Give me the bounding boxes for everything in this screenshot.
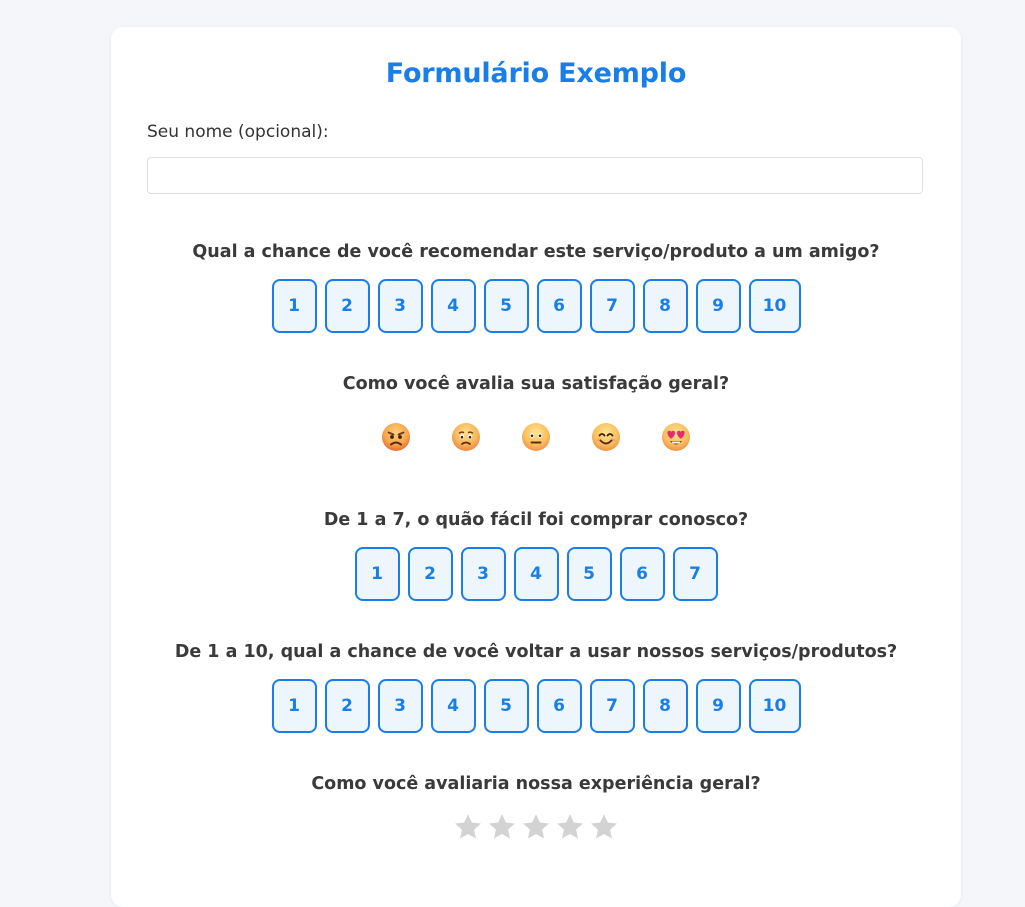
angry-face-icon[interactable] xyxy=(380,421,412,453)
recommend-option-10[interactable]: 10 xyxy=(748,279,801,333)
return-option-2[interactable]: 2 xyxy=(324,679,370,733)
ease-option-3[interactable]: 3 xyxy=(460,547,506,601)
recommend-option-8[interactable]: 8 xyxy=(642,279,688,333)
ease-option-5[interactable]: 5 xyxy=(566,547,612,601)
return-option-4[interactable]: 4 xyxy=(430,679,476,733)
return-option-10[interactable]: 10 xyxy=(748,679,801,733)
neutral-face-icon[interactable] xyxy=(520,421,552,453)
question-recommend-text: Qual a chance de você recomendar este se… xyxy=(192,242,880,262)
heart-eyes-face-icon[interactable] xyxy=(660,421,692,453)
satisfaction-emoji-row xyxy=(111,421,961,453)
recommend-option-4[interactable]: 4 xyxy=(430,279,476,333)
ease-option-2[interactable]: 2 xyxy=(407,547,453,601)
recommend-option-1[interactable]: 1 xyxy=(271,279,317,333)
ease-option-6[interactable]: 6 xyxy=(619,547,665,601)
ease-option-7[interactable]: 7 xyxy=(672,547,718,601)
question-experience: Como você avaliaria nossa experiência ge… xyxy=(111,773,961,842)
name-label: Seu nome (opcional): xyxy=(147,122,329,142)
question-return-text: De 1 a 10, qual a chance de você voltar … xyxy=(174,642,898,662)
return-option-7[interactable]: 7 xyxy=(589,679,635,733)
experience-star-rating xyxy=(111,812,961,842)
return-option-3[interactable]: 3 xyxy=(377,679,423,733)
return-option-5[interactable]: 5 xyxy=(483,679,529,733)
smiling-face-icon[interactable] xyxy=(590,421,622,453)
question-satisfaction-text: Como você avalia sua satisfação geral? xyxy=(342,374,730,394)
question-ease-text: De 1 a 7, o quão fácil foi comprar conos… xyxy=(323,510,749,530)
recommend-option-6[interactable]: 6 xyxy=(536,279,582,333)
question-ease: De 1 a 7, o quão fácil foi comprar conos… xyxy=(111,509,961,601)
ease-option-4[interactable]: 4 xyxy=(513,547,559,601)
star-icon[interactable] xyxy=(521,812,551,842)
recommend-option-2[interactable]: 2 xyxy=(324,279,370,333)
form-card: Formulário Exemplo Seu nome (opcional): … xyxy=(111,27,961,907)
ease-option-1[interactable]: 1 xyxy=(354,547,400,601)
return-scale: 1 2 3 4 5 6 7 8 9 10 xyxy=(111,679,961,733)
return-option-1[interactable]: 1 xyxy=(271,679,317,733)
ease-scale: 1 2 3 4 5 6 7 xyxy=(111,547,961,601)
question-return: De 1 a 10, qual a chance de você voltar … xyxy=(111,641,961,733)
name-input[interactable] xyxy=(147,157,923,194)
question-experience-text: Como você avaliaria nossa experiência ge… xyxy=(311,774,761,794)
recommend-option-3[interactable]: 3 xyxy=(377,279,423,333)
star-icon[interactable] xyxy=(589,812,619,842)
star-icon[interactable] xyxy=(555,812,585,842)
recommend-option-5[interactable]: 5 xyxy=(483,279,529,333)
return-option-9[interactable]: 9 xyxy=(695,679,741,733)
question-satisfaction: Como você avalia sua satisfação geral? xyxy=(111,373,961,453)
star-icon[interactable] xyxy=(487,812,517,842)
star-icon[interactable] xyxy=(453,812,483,842)
recommend-option-9[interactable]: 9 xyxy=(695,279,741,333)
form-title: Formulário Exemplo xyxy=(385,58,687,89)
return-option-6[interactable]: 6 xyxy=(536,679,582,733)
recommend-scale: 1 2 3 4 5 6 7 8 9 10 xyxy=(111,279,961,333)
recommend-option-7[interactable]: 7 xyxy=(589,279,635,333)
return-option-8[interactable]: 8 xyxy=(642,679,688,733)
sad-face-icon[interactable] xyxy=(450,421,482,453)
question-recommend: Qual a chance de você recomendar este se… xyxy=(111,241,961,333)
